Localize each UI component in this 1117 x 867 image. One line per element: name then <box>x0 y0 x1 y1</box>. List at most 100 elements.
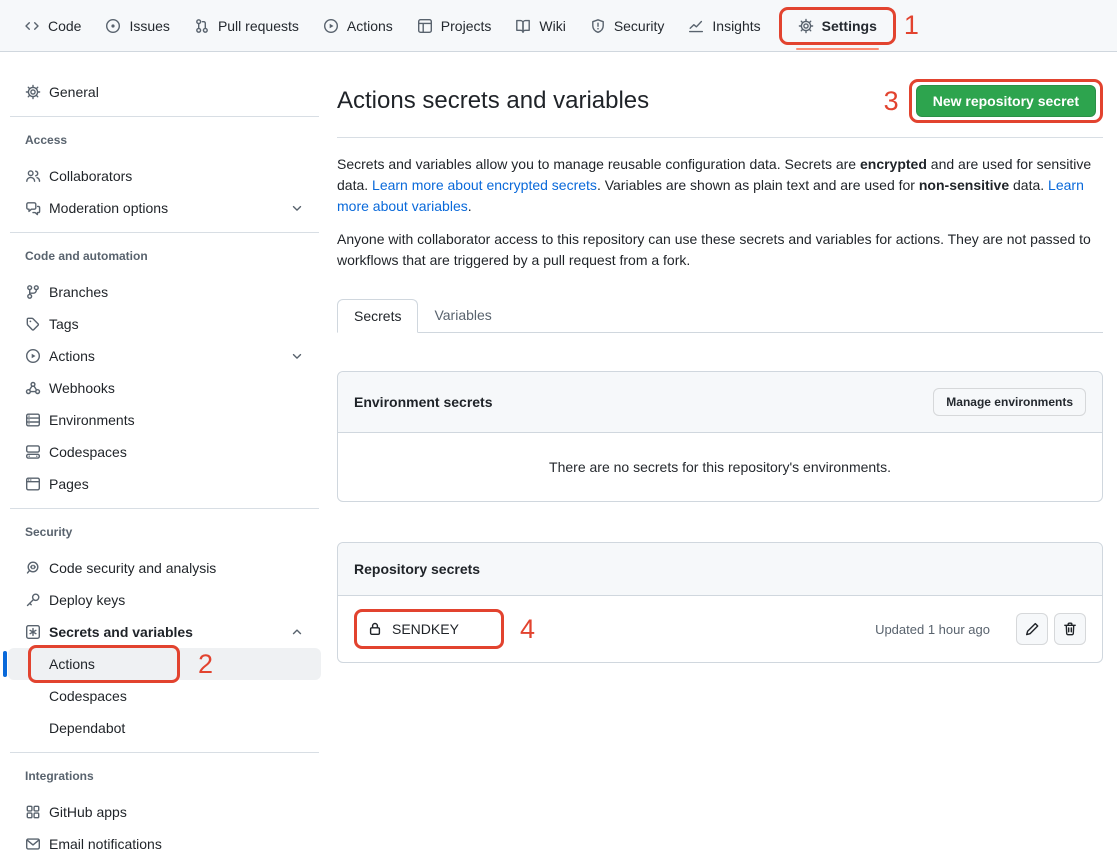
gear-icon <box>25 84 41 100</box>
tab-security[interactable]: Security <box>582 12 673 40</box>
link-learn-more-encrypted-secrets[interactable]: Learn more about encrypted secrets <box>372 177 597 193</box>
sidebar-item-github-apps[interactable]: GitHub apps <box>8 796 321 828</box>
tab-code[interactable]: Code <box>16 12 89 40</box>
intro-bold-non-sensitive: non-sensitive <box>919 177 1009 193</box>
sidebar-subitem-codespaces[interactable]: Codespaces <box>8 680 321 712</box>
manage-environments-button[interactable]: Manage environments <box>933 388 1086 416</box>
codespaces-icon <box>25 444 41 460</box>
shield-icon <box>590 18 606 34</box>
sidebar-item-moderation-options[interactable]: Moderation options <box>8 192 321 224</box>
annotation-number-1: 1 <box>904 12 919 39</box>
sidebar-item-deploy-keys[interactable]: Deploy keys <box>8 584 321 616</box>
sidebar-item-label: Webhooks <box>49 380 115 396</box>
secret-name-group: SENDKEY <box>367 621 459 637</box>
tab-settings[interactable]: Settings <box>790 12 885 40</box>
intro-paragraph: Secrets and variables allow you to manag… <box>337 154 1103 217</box>
new-repository-secret-button[interactable]: New repository secret <box>916 85 1096 117</box>
sidebar-item-label: Actions <box>49 348 95 364</box>
tab-projects-label: Projects <box>441 18 492 34</box>
tab-security-label: Security <box>614 18 665 34</box>
tab-issues[interactable]: Issues <box>97 12 177 40</box>
book-icon <box>515 18 531 34</box>
sidebar-divider <box>10 752 319 753</box>
annotation-number-4: 4 <box>520 616 535 643</box>
webhook-icon <box>25 380 41 396</box>
sidebar-item-general[interactable]: General <box>8 76 321 108</box>
tab-pull-requests[interactable]: Pull requests <box>186 12 307 40</box>
annotation-number-2: 2 <box>198 651 213 678</box>
sidebar-divider <box>10 232 319 233</box>
tab-actions-label: Actions <box>347 18 393 34</box>
sidebar-item-pages[interactable]: Pages <box>8 468 321 500</box>
play-icon <box>25 348 41 364</box>
sidebar-section-security: Security <box>25 525 321 539</box>
codescan-icon <box>25 560 41 576</box>
tab-wiki-label: Wiki <box>539 18 565 34</box>
sidebar-item-secrets-and-variables[interactable]: Secrets and variables <box>8 616 321 648</box>
tab-actions[interactable]: Actions <box>315 12 401 40</box>
apps-icon <box>25 804 41 820</box>
graph-icon <box>688 18 704 34</box>
sidebar-section-integrations: Integrations <box>25 769 321 783</box>
sidebar-item-label: Collaborators <box>49 168 132 184</box>
sidebar-divider <box>10 508 319 509</box>
tab-insights[interactable]: Insights <box>680 12 768 40</box>
sidebar-item-codespaces[interactable]: Codespaces <box>8 436 321 468</box>
tab-pull-requests-label: Pull requests <box>218 18 299 34</box>
intro-bold-encrypted: encrypted <box>860 156 927 172</box>
tab-variables[interactable]: Variables <box>418 299 507 333</box>
sidebar-item-email-notifications[interactable]: Email notifications <box>8 828 321 860</box>
server-icon <box>25 412 41 428</box>
page-title: Actions secrets and variables <box>337 87 649 115</box>
sidebar-item-label: Actions <box>49 656 95 672</box>
chevron-down-icon <box>289 200 305 216</box>
trash-icon <box>1062 621 1078 637</box>
secret-name: SENDKEY <box>392 621 459 637</box>
annotation-number-3: 3 <box>884 88 899 115</box>
delete-secret-button[interactable] <box>1054 613 1086 645</box>
sidebar-item-label: Environments <box>49 412 135 428</box>
edit-secret-button[interactable] <box>1016 613 1048 645</box>
sidebar-item-actions[interactable]: Actions <box>8 340 321 372</box>
repository-secrets-title: Repository secrets <box>354 561 480 577</box>
tab-insights-label: Insights <box>712 18 760 34</box>
sidebar-item-label: Code security and analysis <box>49 560 216 576</box>
environment-secrets-header: Environment secrets Manage environments <box>338 372 1102 433</box>
sidebar-item-label: General <box>49 84 99 100</box>
environment-secrets-card: Environment secrets Manage environments … <box>337 371 1103 502</box>
sidebar-item-label: Dependabot <box>49 720 125 736</box>
sidebar-item-label: Tags <box>49 316 79 332</box>
chevron-down-icon <box>289 348 305 364</box>
sidebar-subitem-actions[interactable]: Actions 2 <box>8 648 321 680</box>
sidebar-item-tags[interactable]: Tags <box>8 308 321 340</box>
sidebar-item-label: Pages <box>49 476 89 492</box>
sidebar-item-label: Email notifications <box>49 836 162 852</box>
sidebar-item-branches[interactable]: Branches <box>8 276 321 308</box>
sidebar-section-code-and-automation: Code and automation <box>25 249 321 263</box>
tab-projects[interactable]: Projects <box>409 12 500 40</box>
table-icon <box>417 18 433 34</box>
sidebar-item-collaborators[interactable]: Collaborators <box>8 160 321 192</box>
sidebar-item-environments[interactable]: Environments <box>8 404 321 436</box>
key-icon <box>25 592 41 608</box>
lock-icon <box>367 621 383 637</box>
sidebar-subitem-dependabot[interactable]: Dependabot <box>8 712 321 744</box>
sidebar-item-label: Codespaces <box>49 688 127 704</box>
pencil-icon <box>1024 621 1040 637</box>
intro-text: data. <box>1009 177 1048 193</box>
sidebar-item-code-security-and-analysis[interactable]: Code security and analysis <box>8 552 321 584</box>
tab-wiki[interactable]: Wiki <box>507 12 573 40</box>
intro-text: . Variables are shown as plain text and … <box>597 177 919 193</box>
sidebar-item-label: Codespaces <box>49 444 127 460</box>
code-icon <box>24 18 40 34</box>
repo-nav: Code Issues Pull requests Actions Projec… <box>0 0 1117 52</box>
intro-text: . <box>468 198 472 214</box>
tab-settings-label: Settings <box>822 18 877 34</box>
tab-secrets[interactable]: Secrets <box>337 299 418 333</box>
secrets-variables-tabnav: Secrets Variables <box>337 299 1103 333</box>
secret-updated-timestamp: Updated 1 hour ago <box>875 622 990 637</box>
browser-icon <box>25 476 41 492</box>
tab-code-label: Code <box>48 18 81 34</box>
asterisk-box-icon <box>25 624 41 640</box>
sidebar-item-webhooks[interactable]: Webhooks <box>8 372 321 404</box>
